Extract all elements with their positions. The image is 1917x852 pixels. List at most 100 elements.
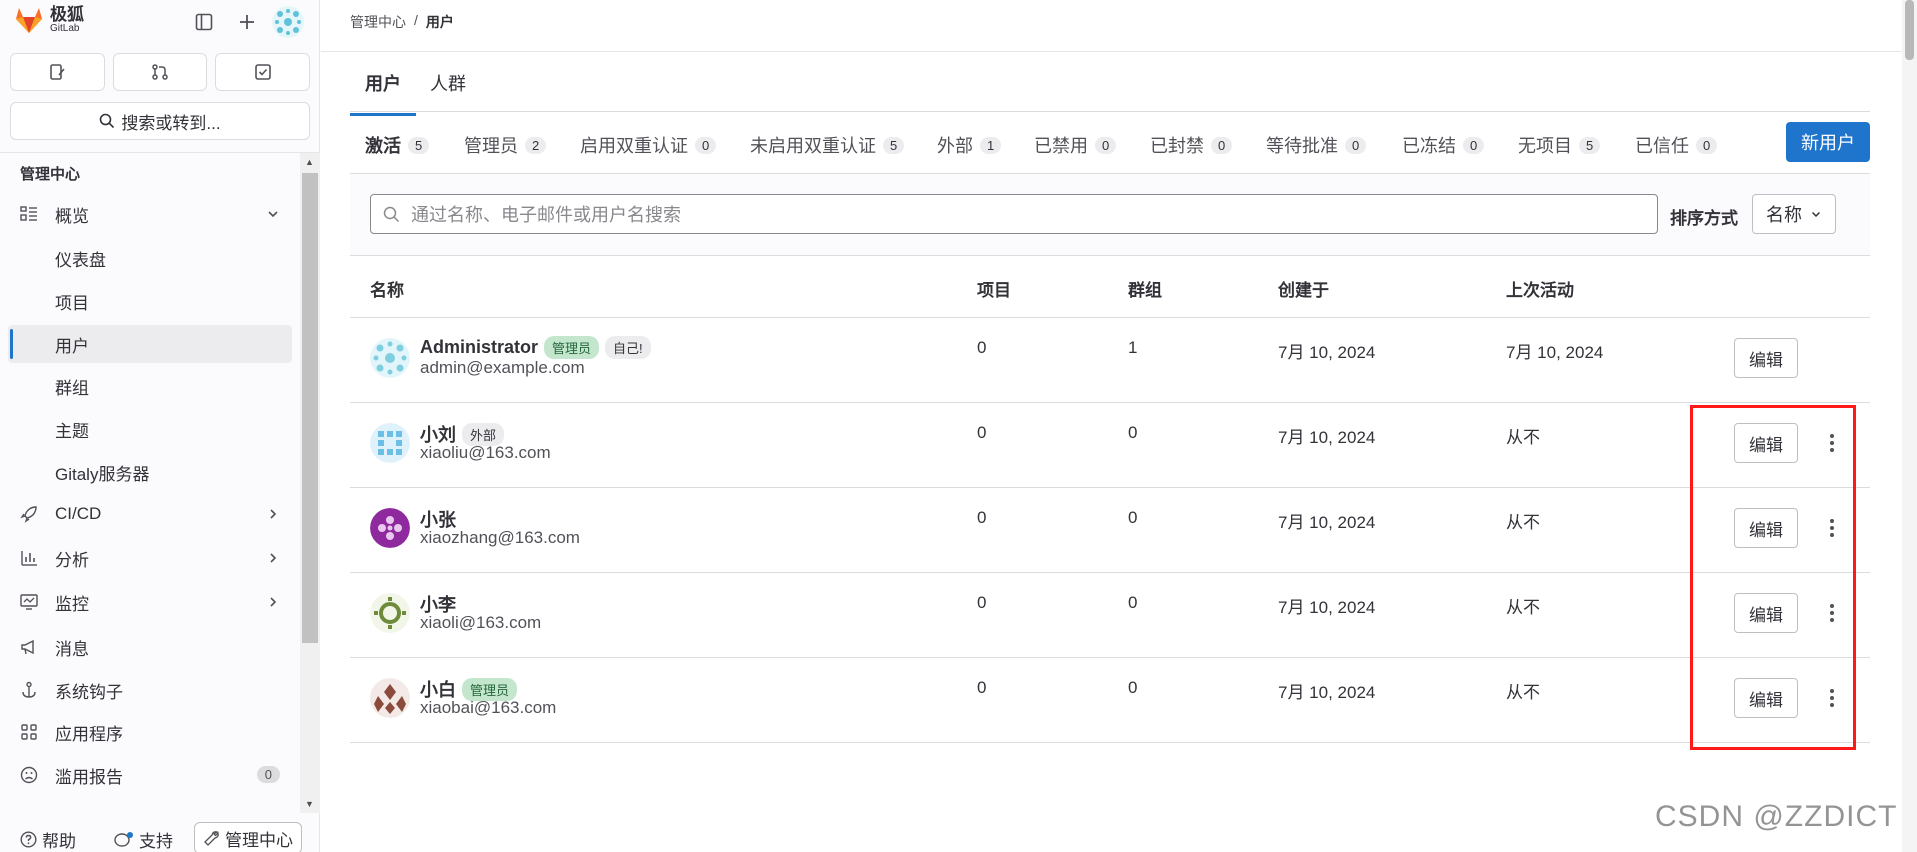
sidebar-item-cicd[interactable]: CI/CD [8, 495, 292, 533]
tab-count-badge: 5 [408, 136, 430, 154]
sidebar-header: 极狐 GitLab [0, 0, 320, 44]
edit-button[interactable]: 编辑 [1734, 338, 1798, 378]
breadcrumb-root-link[interactable]: 管理中心 [350, 12, 406, 32]
sidebar-footer: 帮助 支持 管理中心 [0, 822, 320, 852]
tab-banned[interactable]: 已封禁 0 [1150, 132, 1233, 158]
user-search-input[interactable]: 通过名称、电子邮件或用户名搜索 [370, 194, 1658, 234]
sidebar-item-label: 群组 [55, 378, 89, 398]
issues-icon [50, 64, 65, 80]
scrollbar-thumb[interactable] [302, 173, 318, 643]
tab-active[interactable]: 激活 5 [349, 132, 445, 179]
chevron-right-icon [266, 507, 280, 521]
sidebar-item-groups[interactable]: 群组 [8, 367, 292, 405]
chevron-right-icon [266, 551, 280, 565]
tab-label: 外部 [937, 136, 973, 156]
sidebar-item-label: 用户 [55, 336, 89, 356]
sidebar-item-overview[interactable]: 概览 [8, 195, 292, 233]
sidebar-item-analytics[interactable]: 分析 [8, 539, 292, 577]
annotation-highlight-box [1690, 405, 1856, 750]
sidebar-item-gitaly[interactable]: Gitaly服务器 [8, 453, 292, 491]
projects-count: 0 [977, 593, 987, 612]
tab-cohorts[interactable]: 人群 [430, 70, 466, 96]
sidebar-item-messages[interactable]: 消息 [8, 628, 292, 666]
sidebar-item-topics[interactable]: 主题 [8, 410, 292, 448]
tab-admins[interactable]: 管理员 2 [464, 132, 547, 158]
sidebar-item-users[interactable]: 用户 [8, 325, 292, 363]
avatar[interactable] [370, 338, 410, 378]
breadcrumb: 管理中心 / 用户 [350, 12, 454, 32]
new-user-button[interactable]: 新用户 [1786, 122, 1870, 162]
tab-label: 未启用双重认证 [750, 136, 876, 156]
column-header-created: 创建于 [1278, 281, 1329, 300]
sidebar-item-monitoring[interactable]: 监控 [8, 583, 292, 621]
help-label: 帮助 [42, 831, 76, 851]
issues-button[interactable] [10, 53, 105, 91]
created-date: 7月 10, 2024 [1278, 683, 1376, 702]
tab-without-projects[interactable]: 无项目 5 [1518, 132, 1601, 158]
plus-icon[interactable] [233, 8, 261, 36]
overview-icon [20, 205, 38, 223]
sidebar-item-projects[interactable]: 项目 [8, 282, 292, 320]
sidebar-item-label: 概览 [55, 206, 89, 226]
user-name-link[interactable]: Administrator [420, 337, 538, 358]
user-email: admin@example.com [420, 358, 585, 377]
merge-requests-button[interactable] [112, 53, 208, 91]
sidebar-item-dashboard[interactable]: 仪表盘 [8, 239, 292, 277]
tab-deactivated[interactable]: 已冻结 0 [1402, 132, 1485, 158]
help-button[interactable]: 帮助 [20, 827, 76, 852]
sidebar-scrollbar[interactable]: ▲ ▼ [300, 153, 320, 813]
tab-label: 等待批准 [1266, 136, 1338, 156]
table-row: 小白 管理员 xiaobai@163.com 0 0 7月 10, 2024 从不… [350, 658, 1870, 743]
avatar[interactable] [370, 593, 410, 633]
avatar[interactable] [370, 678, 410, 718]
tab-external[interactable]: 外部 1 [937, 132, 1002, 158]
sidebar-item-abuse-reports[interactable]: 滥用报告 0 [8, 756, 292, 794]
sidebar-item-label: 项目 [55, 293, 89, 313]
avatar[interactable] [370, 423, 410, 463]
chevron-right-icon [266, 595, 280, 609]
projects-count: 0 [977, 678, 987, 697]
tab-label: 无项目 [1518, 136, 1572, 156]
tab-label: 已禁用 [1034, 136, 1088, 156]
tab-count-badge: 0 [1696, 136, 1718, 154]
gitlab-logo[interactable]: 极狐 GitLab [14, 6, 84, 34]
table-row: 小李 xiaoli@163.com 0 0 7月 10, 2024 从不 编辑 [350, 573, 1870, 658]
abuse-icon [20, 766, 38, 784]
breadcrumb-current: 用户 [425, 14, 454, 30]
groups-count: 0 [1128, 508, 1138, 527]
sidebar-nav: 管理中心 概览 仪表盘 项目 用户 群组 主题 Gitaly服务器 CI/CD … [0, 153, 300, 813]
scrollbar-thumb[interactable] [1905, 0, 1914, 60]
sidebar-item-applications[interactable]: 应用程序 [8, 713, 292, 751]
tab-blocked[interactable]: 已禁用 0 [1034, 132, 1117, 158]
todos-button[interactable] [215, 53, 311, 91]
user-avatar[interactable] [272, 6, 304, 38]
sidebar-item-label: 仪表盘 [55, 250, 106, 270]
sort-dropdown[interactable]: 名称 [1752, 194, 1836, 234]
support-button[interactable]: 支持 [114, 827, 173, 852]
tab-2fa-disabled[interactable]: 未启用双重认证 5 [750, 132, 905, 158]
sidebar-toggle-icon[interactable] [190, 8, 218, 36]
avatar[interactable] [370, 508, 410, 548]
tab-users[interactable]: 用户 [350, 70, 416, 116]
tab-count-badge: 0 [1345, 136, 1367, 154]
bullhorn-icon [20, 638, 38, 656]
last-activity: 从不 [1506, 683, 1540, 702]
sidebar-item-system-hooks[interactable]: 系统钩子 [8, 671, 292, 709]
sidebar-search-button[interactable]: 搜索或转到... [10, 102, 310, 140]
tab-trusted[interactable]: 已信任 0 [1635, 132, 1718, 158]
last-activity: 从不 [1506, 428, 1540, 447]
table-header: 名称 项目 群组 创建于 上次活动 [350, 256, 1870, 318]
tab-pending-approval[interactable]: 等待批准 0 [1266, 132, 1367, 158]
scroll-down-icon: ▼ [305, 799, 314, 809]
tab-label: 激活 [365, 136, 401, 156]
user-email: xiaobai@163.com [420, 698, 557, 717]
tab-2fa-enabled[interactable]: 启用双重认证 0 [580, 132, 717, 158]
tab-count-badge: 0 [1211, 136, 1233, 154]
admin-area-button[interactable]: 管理中心 [194, 822, 302, 852]
window-scrollbar[interactable] [1902, 0, 1917, 852]
user-email: xiaozhang@163.com [420, 528, 580, 547]
groups-count: 0 [1128, 593, 1138, 612]
chevron-down-icon [1811, 211, 1821, 218]
sidebar-quick-buttons [10, 53, 311, 91]
table-row: 小张 xiaozhang@163.com 0 0 7月 10, 2024 从不 … [350, 488, 1870, 573]
